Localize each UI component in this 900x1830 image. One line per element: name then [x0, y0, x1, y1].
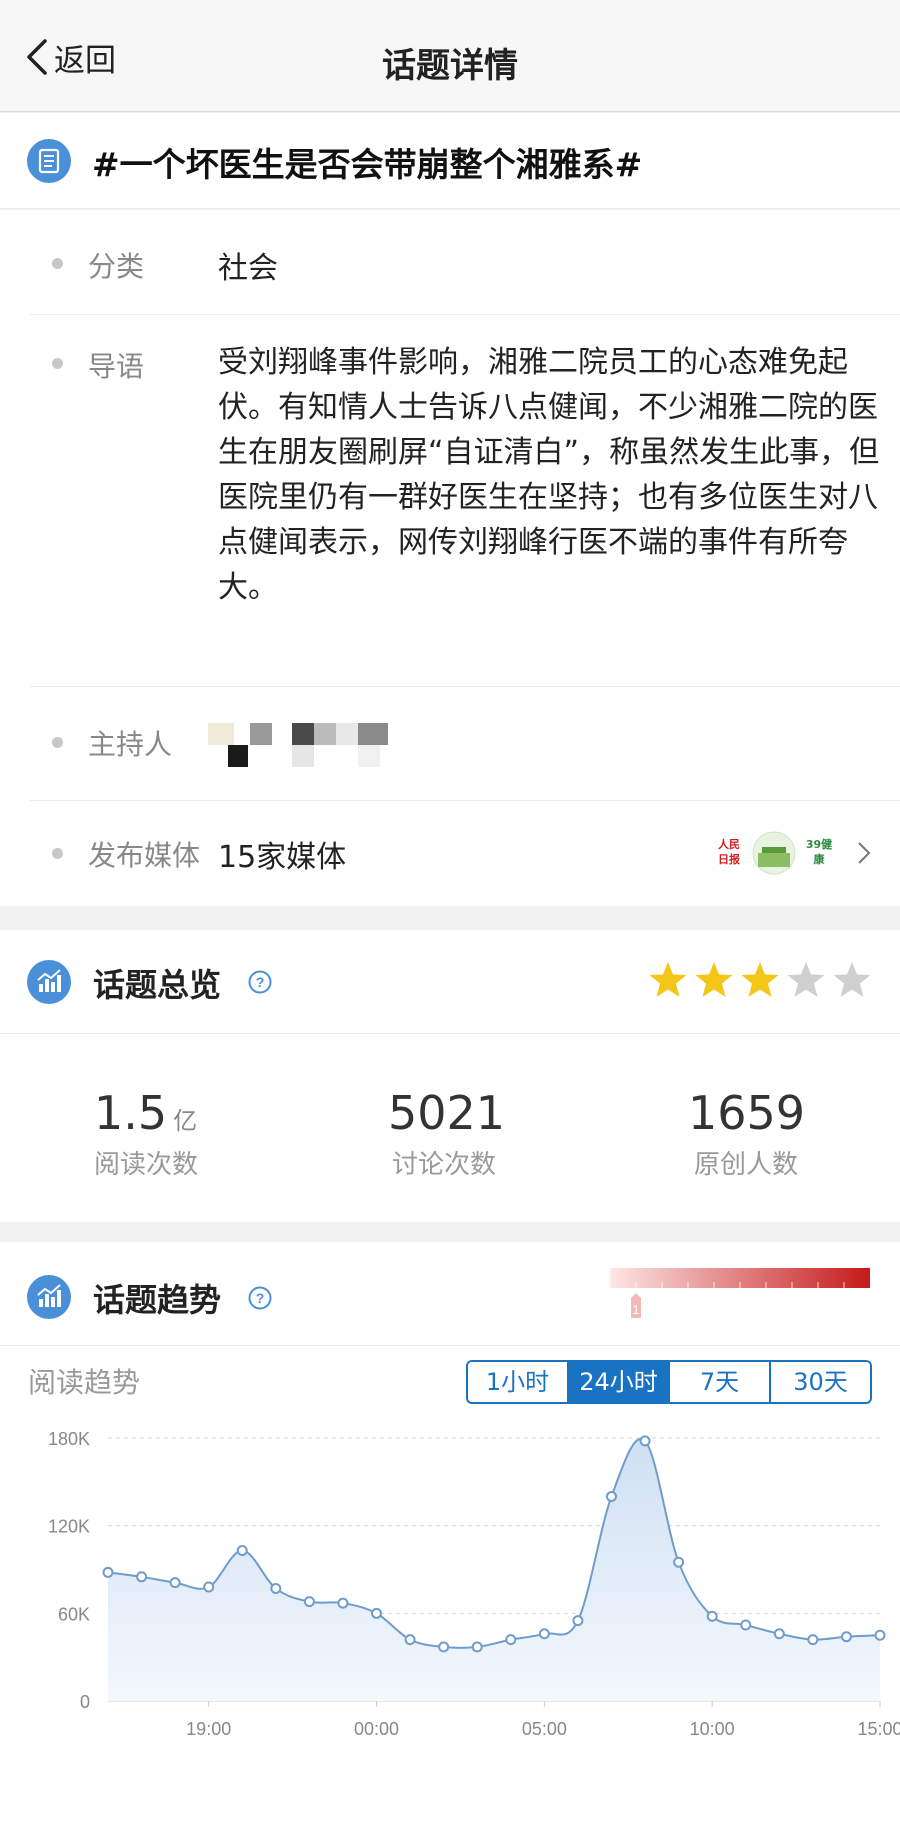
nav-bar: 返回 话题详情 [0, 0, 900, 112]
tab-24-hours[interactable]: 24小时 [569, 1362, 670, 1402]
chevron-right-icon [858, 842, 871, 864]
data-point [605, 1490, 617, 1502]
bullet-dot [52, 358, 63, 369]
y-tick-label: 0 [80, 1692, 90, 1712]
host-label: 主持人 [88, 728, 173, 761]
y-tick-label: 60K [58, 1604, 90, 1624]
reads-stat: 1.5 亿 阅读次数 [94, 1086, 198, 1181]
media-label: 发布媒体 [88, 839, 201, 872]
media-value: 15家媒体 [218, 840, 347, 875]
page-title: 话题详情 [382, 46, 518, 86]
reads-label: 阅读次数 [94, 1150, 199, 1180]
svg-text:?: ? [256, 1290, 265, 1306]
overview-stats: 1.5 亿 阅读次数 5021 讨论次数 1659 原创人数 [0, 1034, 900, 1222]
data-point [505, 1634, 517, 1646]
media-logo-green-circle [752, 831, 796, 875]
intro-text: 受刘翔峰事件影响，湘雅二院员工的心态难免起伏。有知情人士告诉八点健闻，不少湘雅二… [218, 345, 880, 605]
document-icon [27, 139, 71, 183]
overview-title: 话题总览 [93, 966, 222, 1004]
trend-title: 话题趋势 [93, 1281, 222, 1319]
chart-icon [27, 1275, 71, 1319]
heat-scale: 1 [610, 1268, 870, 1318]
data-point [538, 1628, 550, 1640]
rating-stars [648, 960, 872, 1000]
star-filled-icon [649, 962, 687, 997]
data-point [706, 1610, 718, 1622]
reading-trend-label: 阅读趋势 [28, 1366, 141, 1399]
x-tick-label: 10:00 [690, 1719, 735, 1739]
data-point [270, 1582, 282, 1594]
intro-label: 导语 [88, 350, 145, 383]
star-empty-icon [833, 962, 871, 997]
time-range-tabs: 1小时 24小时 7天 30天 [466, 1360, 872, 1404]
reading-trend-chart: 180K 120K 60K 0 19:00 00:00 05:00 10:00 15:00 [48, 1429, 900, 1739]
star-filled-icon [741, 962, 779, 997]
tab-1-hour[interactable]: 1小时 [468, 1362, 569, 1402]
data-point [874, 1629, 886, 1641]
discussions-label: 讨论次数 [392, 1150, 497, 1180]
trend-header: 话题趋势 ? 1 [0, 1242, 900, 1346]
data-point [136, 1571, 148, 1583]
reads-value: 1.5 [94, 1086, 168, 1140]
data-point [169, 1577, 181, 1589]
svg-text:?: ? [256, 974, 265, 990]
bullet-dot [52, 737, 63, 748]
data-point [639, 1435, 651, 1447]
category-value: 社会 [218, 251, 278, 286]
topic-title: #一个坏医生是否会带崩整个湘雅系# [92, 145, 643, 184]
host-name-blurred[interactable] [208, 723, 418, 767]
reads-unit: 亿 [173, 1107, 198, 1135]
media-logo-39: 39健康 [805, 838, 833, 866]
chart-icon [27, 960, 71, 1004]
topic-info-card: 分类 社会 导语 受刘翔峰事件影响，湘雅二院员工的心态难免起伏。有知情人士告诉八… [0, 210, 900, 906]
data-point [236, 1545, 248, 1557]
data-point [337, 1597, 349, 1609]
star-empty-icon [787, 962, 825, 997]
data-point [840, 1631, 852, 1643]
category-row: 分类 社会 [30, 210, 900, 315]
discussions-stat: 5021 讨论次数 [388, 1086, 505, 1181]
data-point [371, 1607, 383, 1619]
media-logo-people-daily: 人民日报 [718, 838, 740, 866]
data-point [773, 1628, 785, 1640]
data-point [203, 1581, 215, 1593]
originals-stat: 1659 原创人数 [688, 1086, 805, 1181]
data-point [572, 1615, 584, 1627]
data-point [102, 1566, 114, 1578]
tab-30-days[interactable]: 30天 [771, 1362, 870, 1402]
discussions-value: 5021 [388, 1086, 506, 1140]
originals-label: 原创人数 [694, 1150, 799, 1180]
trend-body: 阅读趋势 1小时 24小时 7天 30天 180K 120K 60K 0 19:00 00… [0, 1346, 900, 1830]
originals-value: 1659 [688, 1086, 806, 1140]
data-point [807, 1634, 819, 1646]
data-point [438, 1641, 450, 1653]
bullet-dot [52, 258, 63, 269]
data-point [303, 1596, 315, 1608]
star-filled-icon [695, 962, 733, 997]
intro-row: 导语 受刘翔峰事件影响，湘雅二院员工的心态难免起伏。有知情人士告诉八点健闻，不少… [30, 315, 900, 687]
x-tick-label: 19:00 [186, 1719, 231, 1739]
help-icon[interactable]: ? [248, 970, 272, 994]
x-tick-label: 05:00 [522, 1719, 567, 1739]
data-point [673, 1556, 685, 1568]
x-tick-label: 15:00 [857, 1719, 900, 1739]
x-tick-label: 00:00 [354, 1719, 399, 1739]
media-logos: 人民日报 39健康 [714, 831, 872, 875]
host-row: 主持人 [30, 687, 900, 801]
heat-marker: 1 [632, 1302, 639, 1317]
category-label: 分类 [88, 250, 145, 283]
help-icon[interactable]: ? [248, 1286, 272, 1310]
data-point [471, 1641, 483, 1653]
media-row[interactable]: 发布媒体 15家媒体 人民日报 39健康 [30, 801, 900, 906]
data-point [740, 1619, 752, 1631]
data-point [404, 1634, 416, 1646]
tab-7-days[interactable]: 7天 [670, 1362, 771, 1402]
y-tick-label: 180K [48, 1429, 90, 1449]
overview-header: 话题总览 ? [0, 930, 900, 1034]
bullet-dot [52, 848, 63, 859]
y-tick-label: 120K [48, 1517, 90, 1537]
